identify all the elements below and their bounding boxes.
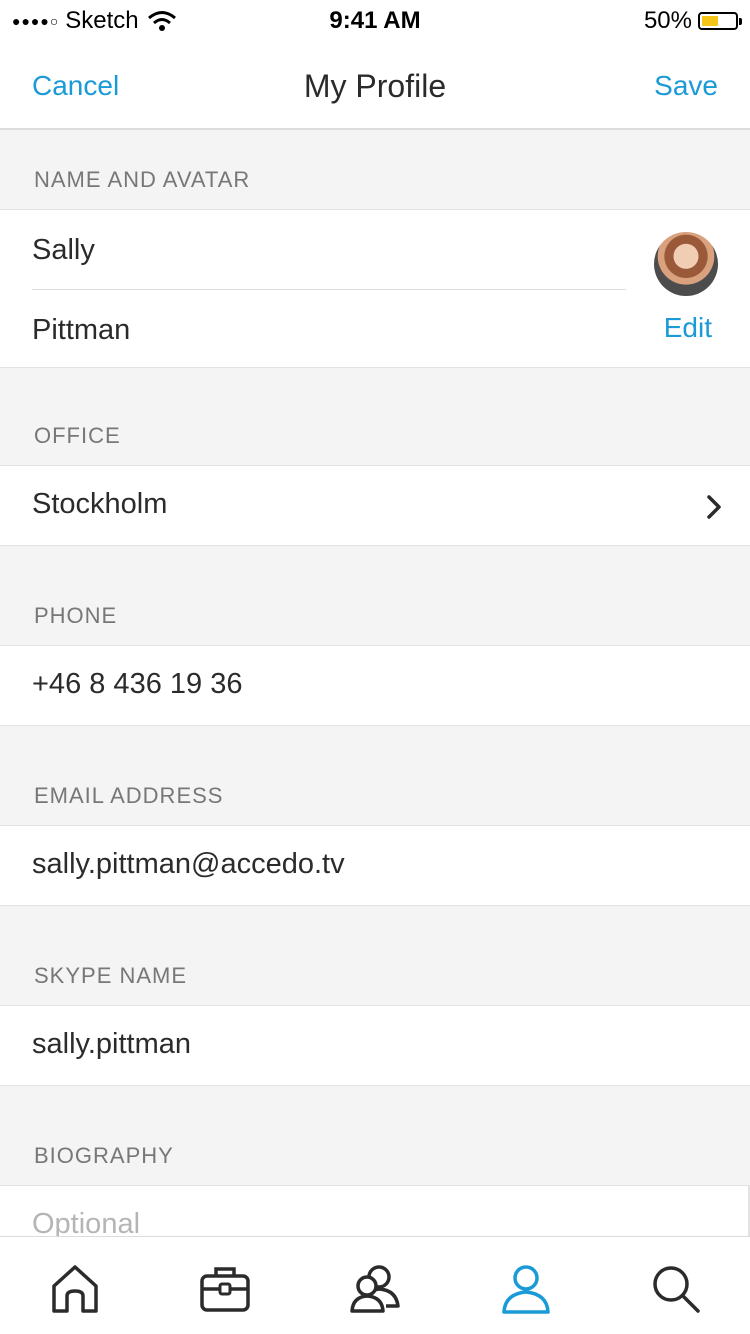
- section-header-label: EMAIL ADDRESS: [34, 783, 224, 808]
- section-header-label: NAME AND AVATAR: [34, 167, 251, 192]
- battery-fill: [702, 16, 718, 26]
- tab-search[interactable]: [646, 1259, 706, 1319]
- section-header-label: BIOGRAPHY: [34, 1143, 174, 1168]
- tab-home[interactable]: [45, 1259, 105, 1319]
- skype-field[interactable]: sally.pittman: [0, 1006, 750, 1086]
- cancel-button[interactable]: Cancel: [32, 70, 119, 102]
- section-header-skype: SKYPE NAME: [0, 906, 750, 1006]
- edit-avatar-button[interactable]: Edit: [664, 312, 712, 344]
- tab-briefcase[interactable]: [195, 1259, 255, 1319]
- people-icon: [350, 1265, 400, 1313]
- section-header-biography: BIOGRAPHY: [0, 1086, 750, 1186]
- phone-value: +46 8 436 19 36: [32, 668, 243, 700]
- phone-field[interactable]: +46 8 436 19 36: [0, 646, 750, 726]
- name-avatar-block: Sally Pittman Edit: [0, 210, 750, 368]
- section-header-office: OFFICE: [0, 368, 750, 466]
- section-header-label: PHONE: [34, 603, 118, 628]
- battery-percent: 50%: [643, 7, 692, 34]
- email-value: sally.pittman@accedo.tv: [32, 848, 345, 880]
- chevron-right-icon: [707, 495, 721, 519]
- skype-value: sally.pittman: [32, 1028, 192, 1060]
- divider: [32, 289, 626, 290]
- section-header-phone: PHONE: [0, 546, 750, 646]
- section-header-name: NAME AND AVATAR: [0, 130, 750, 210]
- status-time: 9:41 AM: [329, 7, 421, 34]
- tab-profile[interactable]: [496, 1259, 556, 1319]
- briefcase-icon: [200, 1267, 250, 1312]
- status-bar: ●●●●○ Sketch 9:41 AM 50%: [0, 0, 750, 40]
- status-right: 50%: [643, 7, 742, 35]
- avatar[interactable]: [654, 232, 718, 296]
- office-row[interactable]: Stockholm: [0, 466, 750, 546]
- section-header-label: SKYPE NAME: [34, 963, 188, 988]
- last-name-field[interactable]: Pittman: [32, 314, 130, 347]
- tab-bar: [0, 1236, 750, 1334]
- save-button[interactable]: Save: [654, 70, 718, 102]
- battery-icon: [698, 12, 742, 30]
- home-icon: [52, 1265, 98, 1313]
- email-field[interactable]: sally.pittman@accedo.tv: [0, 826, 750, 906]
- search-icon: [653, 1266, 700, 1313]
- section-header-email: EMAIL ADDRESS: [0, 726, 750, 826]
- navigation-bar: Cancel My Profile Save: [0, 40, 750, 130]
- profile-icon: [502, 1265, 550, 1314]
- first-name-field[interactable]: Sally: [32, 234, 95, 267]
- section-header-label: OFFICE: [34, 423, 121, 448]
- tab-people[interactable]: [345, 1259, 405, 1319]
- office-value: Stockholm: [32, 488, 168, 520]
